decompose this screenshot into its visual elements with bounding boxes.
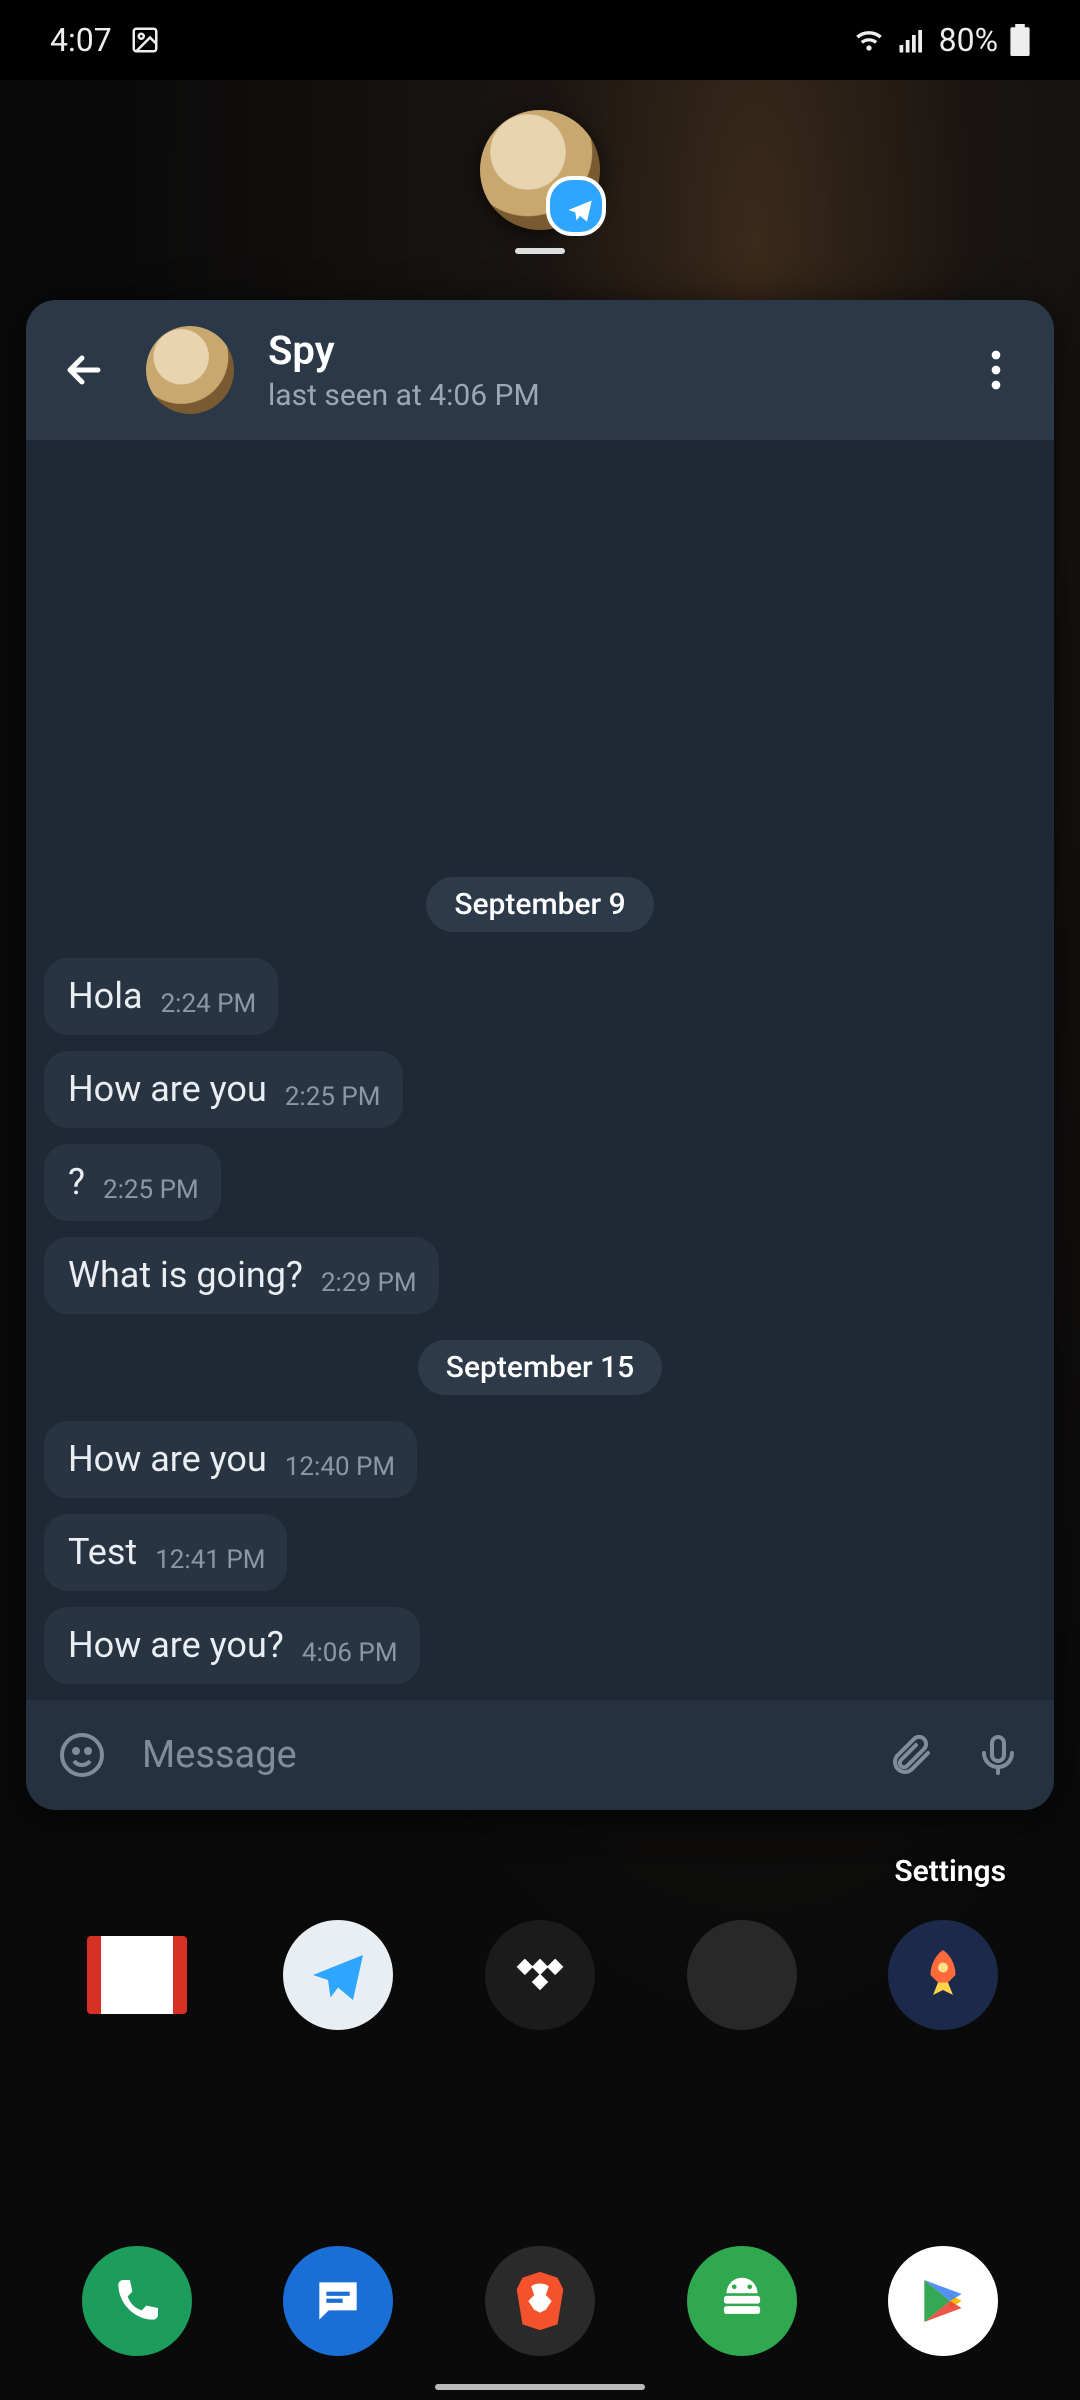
chat-title: Spy	[268, 327, 540, 374]
chat-head-indicator	[515, 248, 565, 254]
message-time: 12:41 PM	[155, 1545, 265, 1575]
message-text: How are you	[68, 1437, 267, 1482]
message-input[interactable]: Message	[142, 1733, 850, 1777]
gmail-app-icon[interactable]	[82, 1920, 192, 2030]
date-separator: September 15	[418, 1340, 662, 1395]
message-text: How are you	[68, 1067, 267, 1112]
android-app-icon[interactable]	[687, 2246, 797, 2356]
date-separator: September 9	[426, 877, 653, 932]
tidal-app-icon[interactable]	[485, 1920, 595, 2030]
message-text: Test	[68, 1530, 137, 1575]
chat-title-block[interactable]: Spy last seen at 4:06 PM	[268, 327, 540, 413]
messages-scroll[interactable]: September 9 Hola 2:24 PM How are you 2:2…	[26, 440, 1054, 1700]
incoming-message[interactable]: How are you? 4:06 PM	[44, 1607, 420, 1684]
mic-button[interactable]	[970, 1727, 1026, 1783]
launcher-app-icon[interactable]	[888, 1920, 998, 2030]
status-time: 4:07	[50, 21, 112, 59]
message-time: 12:40 PM	[285, 1452, 395, 1482]
incoming-message[interactable]: How are you 12:40 PM	[44, 1421, 417, 1498]
app-folder-icon[interactable]	[687, 1920, 797, 2030]
incoming-message[interactable]: Hola 2:24 PM	[44, 958, 278, 1035]
brave-app-icon[interactable]	[485, 2246, 595, 2356]
message-text: ?	[68, 1160, 85, 1205]
home-app-row	[0, 1920, 1080, 2030]
message-text: How are you?	[68, 1623, 284, 1668]
attach-button[interactable]	[882, 1727, 938, 1783]
wifi-icon	[853, 24, 885, 56]
back-button[interactable]	[56, 342, 112, 398]
dock	[0, 2246, 1080, 2356]
chat-panel: Spy last seen at 4:06 PM September 9 Hol…	[26, 300, 1054, 1810]
message-text: What is going?	[68, 1253, 303, 1298]
message-time: 2:25 PM	[285, 1082, 381, 1112]
message-input-row: Message	[26, 1700, 1054, 1810]
message-time: 2:29 PM	[321, 1268, 417, 1298]
settings-label[interactable]: Settings	[894, 1854, 1006, 1889]
phone-app-icon[interactable]	[82, 2246, 192, 2356]
incoming-message[interactable]: How are you 2:25 PM	[44, 1051, 403, 1128]
more-options-button[interactable]	[968, 342, 1024, 398]
nav-handle[interactable]	[435, 2384, 645, 2390]
message-text: Hola	[68, 974, 143, 1019]
telegram-app-icon[interactable]	[283, 1920, 393, 2030]
telegram-badge-icon	[566, 196, 594, 224]
status-bar: 4:07 80%	[0, 0, 1080, 80]
chat-avatar[interactable]	[146, 326, 234, 414]
emoji-button[interactable]	[54, 1727, 110, 1783]
battery-text: 80%	[939, 21, 998, 59]
incoming-message[interactable]: What is going? 2:29 PM	[44, 1237, 439, 1314]
play-store-app-icon[interactable]	[888, 2246, 998, 2356]
battery-icon	[1010, 24, 1030, 56]
chat-subtitle: last seen at 4:06 PM	[268, 378, 540, 413]
chat-head-bubble[interactable]	[480, 110, 600, 230]
incoming-message[interactable]: Test 12:41 PM	[44, 1514, 287, 1591]
message-time: 2:24 PM	[161, 989, 257, 1019]
incoming-message[interactable]: ? 2:25 PM	[44, 1144, 221, 1221]
chat-header: Spy last seen at 4:06 PM	[26, 300, 1054, 440]
screenshot-icon	[130, 25, 160, 55]
messages-app-icon[interactable]	[283, 2246, 393, 2356]
message-time: 4:06 PM	[302, 1638, 398, 1668]
message-time: 2:25 PM	[103, 1175, 199, 1205]
signal-icon	[897, 25, 927, 55]
